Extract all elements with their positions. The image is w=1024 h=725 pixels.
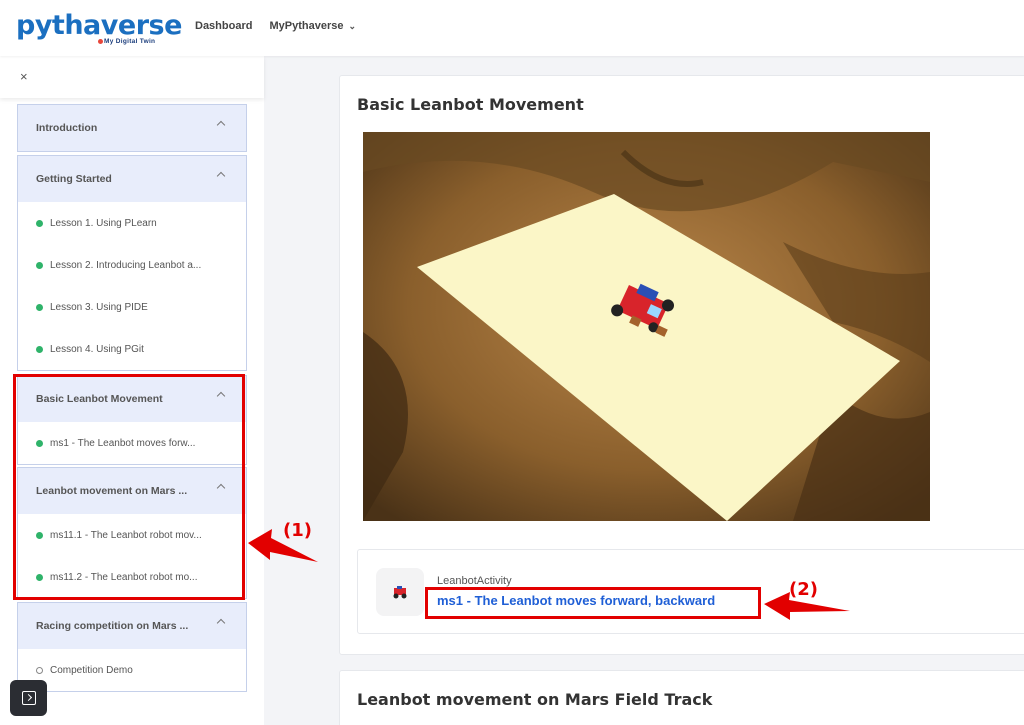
section-introduction: Introduction xyxy=(17,104,247,152)
highlight-box-1 xyxy=(13,374,245,600)
pending-dot-icon xyxy=(36,666,43,674)
lesson-label: Lesson 1. Using PLearn xyxy=(50,217,157,229)
section-heading: Leanbot movement on Mars Field Track xyxy=(357,690,713,709)
highlight-box-2 xyxy=(425,587,761,619)
top-header: pythaverse My Digital Twin Dashboard MyP… xyxy=(0,0,1024,56)
section-racing-competition: Racing competition on Mars ... Competiti… xyxy=(17,602,247,692)
sidebar-toggle-button[interactable] xyxy=(10,680,47,716)
chevron-up-icon xyxy=(216,618,226,628)
leanbot-thumbnail-icon xyxy=(376,568,424,616)
section-header-getting-started[interactable]: Getting Started xyxy=(18,156,246,202)
simulation-view[interactable] xyxy=(363,132,930,521)
section-title: Introduction xyxy=(36,122,98,134)
pythaverse-logo[interactable]: pythaverse My Digital Twin xyxy=(16,10,182,46)
mars-terrain-scene xyxy=(363,132,930,521)
annotation-label-2: (2) xyxy=(789,579,818,600)
close-icon[interactable]: × xyxy=(20,69,28,84)
section-getting-started: Getting Started Lesson 1. Using PLearn L… xyxy=(17,155,247,371)
section-header-introduction[interactable]: Introduction xyxy=(18,105,246,151)
chevron-down-icon: ⌄ xyxy=(348,21,357,31)
lesson-item[interactable]: Lesson 4. Using PGit xyxy=(18,328,246,370)
completed-dot-icon xyxy=(36,219,43,227)
lesson-label: Lesson 2. Introducing Leanbot a... xyxy=(50,259,202,271)
section-title: Racing competition on Mars ... xyxy=(36,620,189,632)
lesson-item[interactable]: Lesson 2. Introducing Leanbot a... xyxy=(18,244,246,286)
annotation-label-1: (1) xyxy=(283,520,312,541)
activity-type-label: LeanbotActivity xyxy=(437,575,512,587)
panel-expand-icon xyxy=(21,691,36,705)
lesson-label: Lesson 4. Using PGit xyxy=(50,343,144,355)
lesson-card-mars-field-track: Leanbot movement on Mars Field Track xyxy=(339,670,1024,725)
lesson-item[interactable]: Lesson 3. Using PIDE xyxy=(18,286,246,328)
lesson-item[interactable]: Competition Demo xyxy=(18,649,246,691)
top-nav: Dashboard MyPythaverse ⌄ xyxy=(195,20,356,32)
section-heading: Basic Leanbot Movement xyxy=(357,95,584,114)
section-title: Getting Started xyxy=(36,173,112,185)
completed-dot-icon xyxy=(36,345,43,353)
lesson-item[interactable]: Lesson 1. Using PLearn xyxy=(18,202,246,244)
section-header-racing-competition[interactable]: Racing competition on Mars ... xyxy=(18,603,246,649)
lesson-label: Competition Demo xyxy=(50,664,133,676)
logo-tagline: My Digital Twin xyxy=(98,38,155,45)
chevron-up-icon xyxy=(216,171,226,181)
completed-dot-icon xyxy=(36,303,43,311)
sidebar-top-bar: × xyxy=(0,56,264,98)
chevron-up-icon xyxy=(216,120,226,130)
lesson-label: Lesson 3. Using PIDE xyxy=(50,301,148,313)
completed-dot-icon xyxy=(36,261,43,269)
nav-dashboard[interactable]: Dashboard xyxy=(195,20,252,32)
logo-wordmark: pythaverse xyxy=(16,10,182,41)
nav-mypythaverse[interactable]: MyPythaverse ⌄ xyxy=(269,20,356,32)
